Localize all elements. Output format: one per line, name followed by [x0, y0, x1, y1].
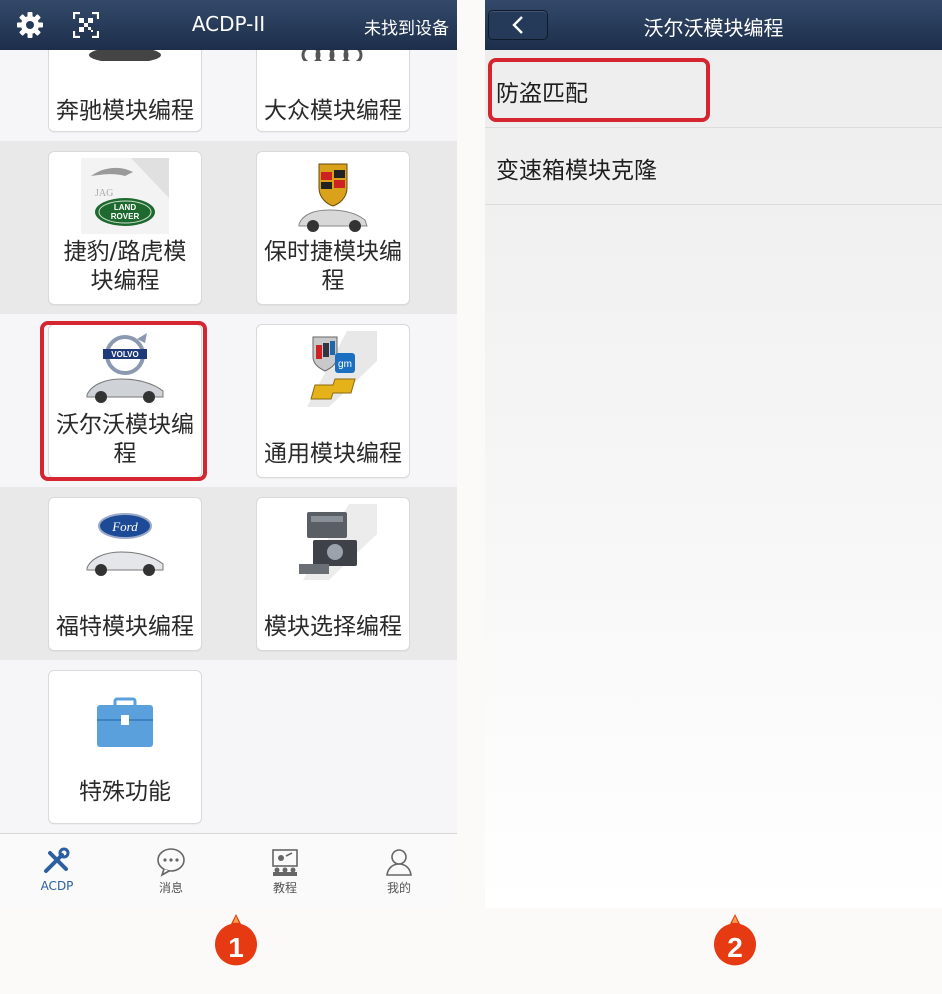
device-status[interactable]: 未找到设备 [364, 14, 449, 39]
module-grid: 奔驰模块编程 大众模块编程 JAG LAND ROVER 捷豹/路虎模块编程 保… [0, 50, 457, 833]
step-number: 1 [228, 932, 244, 963]
card-label: 大众模块编程 [264, 98, 402, 124]
tab-profile[interactable]: 我的 [342, 834, 456, 908]
card-label: 福特模块编程 [56, 614, 194, 640]
toolbox-icon [97, 697, 153, 747]
card-module-select[interactable]: 模块选择编程 [256, 497, 410, 651]
chat-icon [157, 848, 185, 877]
svg-text:Ford: Ford [111, 519, 138, 534]
highlight-volvo [40, 321, 207, 481]
bottom-tab-bar: ACDP 消息 教程 我的 [0, 833, 457, 908]
list-item-gearbox-clone[interactable]: 变速箱模块克隆 [485, 127, 942, 205]
tab-label: 我的 [386, 881, 411, 895]
card-label: 捷豹/路虎模块编程 [63, 239, 187, 294]
card-label: 保时捷模块编程 [264, 239, 402, 294]
card-gm[interactable]: gm 通用模块编程 [256, 324, 410, 478]
ecu-module-icon [299, 504, 377, 580]
person-icon [386, 849, 412, 876]
tools-icon [44, 847, 70, 873]
card-volkswagen[interactable]: 大众模块编程 [256, 50, 410, 132]
card-porsche[interactable]: 保时捷模块编程 [256, 151, 410, 305]
tab-acdp[interactable]: ACDP [0, 834, 114, 908]
card-label: 通用模块编程 [264, 441, 402, 467]
svg-text:LAND: LAND [114, 203, 136, 212]
ford-logo-icon: Ford [86, 513, 164, 576]
audi-logo-icon [301, 50, 363, 61]
tab-label: ACDP [40, 879, 74, 893]
top-bar: 沃尔沃模块编程 [485, 0, 942, 50]
highlight-immobilizer [488, 58, 710, 122]
card-label: 模块选择编程 [264, 614, 402, 640]
jaguar-landrover-logo-icon: JAG LAND ROVER [81, 158, 169, 234]
card-mercedes[interactable]: 奔驰模块编程 [48, 50, 202, 132]
screen-module-list: ACDP-II 未找到设备 奔驰模块编程 大众模块编程 JAG LAND ROV… [0, 0, 457, 908]
mercedes-logo-icon [89, 50, 161, 61]
tab-messages[interactable]: 消息 [114, 834, 228, 908]
card-ford[interactable]: Ford 福特模块编程 [48, 497, 202, 651]
card-label: 奔驰模块编程 [56, 98, 194, 124]
svg-text:gm: gm [338, 359, 352, 370]
card-special-functions[interactable]: 特殊功能 [48, 670, 202, 824]
svg-text:ROVER: ROVER [111, 212, 140, 221]
list-item-label: 变速箱模块克隆 [496, 158, 657, 184]
top-bar: ACDP-II 未找到设备 [0, 0, 457, 50]
tab-tutorials[interactable]: 教程 [228, 834, 342, 908]
tab-label: 教程 [272, 881, 297, 895]
tab-label: 消息 [158, 881, 183, 895]
step-badge-1: 1 [215, 914, 257, 966]
tutorial-icon [272, 849, 298, 876]
page-title: 沃尔沃模块编程 [643, 16, 784, 40]
step-badge-2: 2 [714, 914, 756, 966]
card-label: 特殊功能 [79, 779, 171, 805]
card-jaguar-landrover[interactable]: JAG LAND ROVER 捷豹/路虎模块编程 [48, 151, 202, 305]
svg-text:JAG: JAG [95, 188, 113, 199]
porsche-logo-icon [298, 163, 368, 232]
step-number: 2 [727, 932, 743, 963]
gm-logo-icon: gm [307, 331, 377, 407]
screen-volvo-programming: 沃尔沃模块编程 防盗匹配 变速箱模块克隆 [485, 0, 942, 908]
